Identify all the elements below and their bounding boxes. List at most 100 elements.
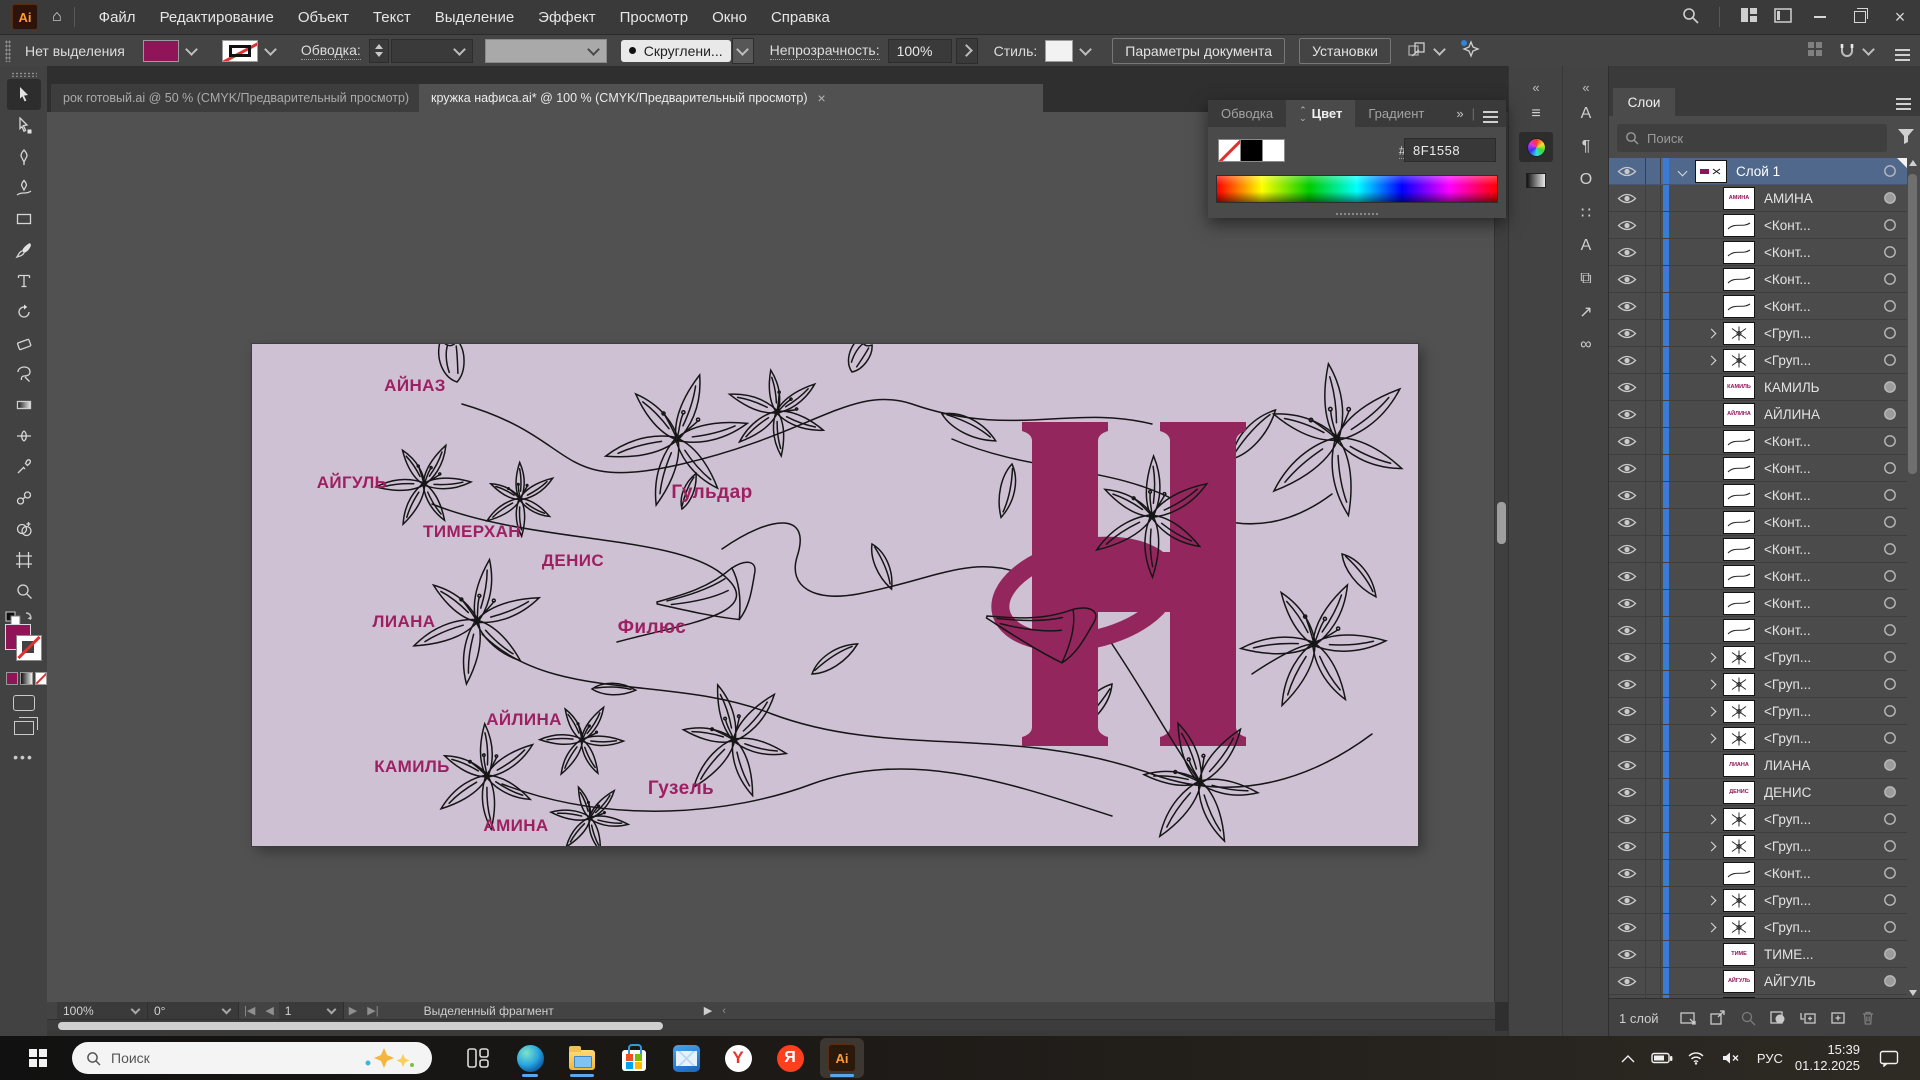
layer-row[interactable]: АЙЛИНА АЙЛИНА [1609, 401, 1907, 428]
lock-cell[interactable] [1646, 158, 1661, 184]
target-circle-icon[interactable] [1873, 542, 1907, 556]
layer-name[interactable]: <Конт... [1764, 596, 1873, 611]
lock-cell[interactable] [1646, 428, 1661, 454]
layer-thumbnail[interactable] [1723, 268, 1755, 291]
language-indicator[interactable]: РУС [1757, 1051, 1783, 1066]
layer-name[interactable]: <Конт... [1764, 272, 1873, 287]
taskbar-search-input[interactable]: Поиск [72, 1042, 432, 1074]
none-swatch[interactable] [1218, 139, 1241, 162]
target-circle-icon[interactable] [1873, 839, 1907, 853]
target-circle-icon[interactable] [1873, 812, 1907, 826]
layer-name[interactable]: ТИМЕ... [1764, 947, 1873, 962]
artboard-number-select[interactable]: 1 [279, 1002, 344, 1019]
selection-tool-options-icon[interactable] [1407, 42, 1427, 60]
next-artboard-icon[interactable]: ▶ [349, 1004, 357, 1017]
layer-name[interactable]: <Груп... [1764, 839, 1873, 854]
target-circle-icon[interactable] [1873, 245, 1907, 259]
visibility-toggle-icon[interactable] [1609, 428, 1646, 454]
layer-name[interactable]: <Конт... [1764, 218, 1873, 233]
brush-definition-dropdown[interactable]: Скруглени... [621, 40, 731, 62]
snap-options-icon[interactable] [1838, 42, 1881, 60]
new-layer-icon[interactable] [1823, 1010, 1853, 1026]
layer-thumbnail[interactable]: АЙЛИНА [1723, 403, 1755, 426]
target-circle-icon[interactable] [1873, 866, 1907, 880]
paintbrush-tool[interactable] [7, 234, 41, 265]
fill-swatch[interactable] [143, 40, 179, 62]
visibility-toggle-icon[interactable] [1609, 347, 1646, 373]
white-swatch[interactable] [1262, 139, 1285, 162]
lock-cell[interactable] [1646, 671, 1661, 697]
layer-thumbnail[interactable] [1723, 673, 1755, 696]
scroll-down-icon[interactable] [1909, 990, 1917, 996]
layer-row[interactable]: <Конт... [1609, 428, 1907, 455]
layer-thumbnail[interactable]: КАМИЛЬ [1723, 376, 1755, 399]
target-circle-icon[interactable] [1873, 569, 1907, 583]
target-circle-icon[interactable] [1873, 596, 1907, 610]
artboard[interactable]: АЙНАЗАЙГУЛЬГульдарТИМЕРХАНДЕНИСЛИАНАФилю… [252, 344, 1418, 846]
lock-cell[interactable] [1646, 698, 1661, 724]
layer-name[interactable]: <Груп... [1764, 812, 1873, 827]
layer-thumbnail[interactable] [1723, 430, 1755, 453]
lock-cell[interactable] [1646, 266, 1661, 292]
visibility-toggle-icon[interactable] [1609, 887, 1646, 913]
taskbar-yandex-browser-icon[interactable]: Y [716, 1038, 760, 1078]
visibility-toggle-icon[interactable] [1609, 671, 1646, 697]
eraser-tool[interactable] [7, 327, 41, 358]
lock-cell[interactable] [1646, 293, 1661, 319]
layer-name[interactable]: ЛИАНА [1764, 758, 1873, 773]
target-circle-icon[interactable] [1873, 407, 1907, 421]
target-circle-icon[interactable] [1873, 515, 1907, 529]
layer-name[interactable]: <Груп... [1764, 920, 1873, 935]
curvature-tool[interactable] [7, 172, 41, 203]
layer-name[interactable]: АМИНА [1764, 191, 1873, 206]
stroke-proxy[interactable] [16, 635, 42, 661]
target-circle-icon[interactable] [1873, 353, 1907, 367]
home-icon[interactable]: ⌂ [52, 8, 62, 26]
lock-cell[interactable] [1646, 887, 1661, 913]
layer-thumbnail[interactable] [1723, 538, 1755, 561]
layer-name[interactable]: <Конт... [1764, 488, 1873, 503]
layer-name[interactable]: <Конт... [1764, 569, 1873, 584]
color-spectrum[interactable] [1216, 175, 1498, 203]
graphic-styles-panel-icon[interactable]: ⧉ [1569, 264, 1603, 294]
visibility-toggle-icon[interactable] [1609, 563, 1646, 589]
grid-snap-icon[interactable] [1806, 40, 1824, 61]
layer-name[interactable]: АЙЛИНА [1764, 407, 1873, 422]
layer-row[interactable]: <Груп... [1609, 725, 1907, 752]
layer-row[interactable]: <Груп... [1609, 806, 1907, 833]
layer-row[interactable]: <Груп... [1609, 833, 1907, 860]
layer-row[interactable]: <Конт... [1609, 212, 1907, 239]
layer-row[interactable]: <Конт... [1609, 509, 1907, 536]
menu-item[interactable]: Выделение [423, 9, 526, 26]
menu-item[interactable]: Объект [286, 9, 361, 26]
lock-cell[interactable] [1646, 563, 1661, 589]
draw-mode-icon[interactable] [13, 695, 35, 711]
visibility-toggle-icon[interactable] [1609, 320, 1646, 346]
zoom-select[interactable]: 100% [57, 1002, 148, 1019]
selection-tool[interactable] [7, 79, 41, 110]
vertical-scrollbar-thumb[interactable] [1497, 502, 1506, 544]
target-circle-icon[interactable] [1873, 488, 1907, 502]
export-panel-icon[interactable]: ↗ [1569, 297, 1603, 327]
layer-row[interactable]: <Конт... [1609, 482, 1907, 509]
layer-row[interactable]: <Конт... [1609, 266, 1907, 293]
gradient-tool[interactable] [7, 389, 41, 420]
layer-thumbnail[interactable]: АМИНА [1723, 187, 1755, 210]
layers-scrollbar-thumb[interactable] [1908, 174, 1917, 474]
layer-thumbnail[interactable] [1723, 862, 1755, 885]
layer-row[interactable]: ТИМЕТИМЕ... [1609, 941, 1907, 968]
workspace-switcher-icon[interactable] [1732, 7, 1766, 27]
target-circle-icon[interactable] [1873, 947, 1907, 961]
menu-item[interactable]: Просмотр [608, 9, 701, 26]
layer-name[interactable]: <Конт... [1764, 245, 1873, 260]
layer-thumbnail[interactable] [1723, 214, 1755, 237]
visibility-toggle-icon[interactable] [1609, 698, 1646, 724]
fill-stroke-indicator[interactable] [3, 614, 43, 660]
visibility-toggle-icon[interactable] [1609, 158, 1646, 184]
target-circle-icon[interactable] [1873, 920, 1907, 934]
lock-cell[interactable] [1646, 536, 1661, 562]
layer-name[interactable]: <Груп... [1764, 704, 1873, 719]
scroll-up-icon[interactable] [1909, 160, 1917, 166]
visibility-toggle-icon[interactable] [1609, 725, 1646, 751]
visibility-toggle-icon[interactable] [1609, 779, 1646, 805]
